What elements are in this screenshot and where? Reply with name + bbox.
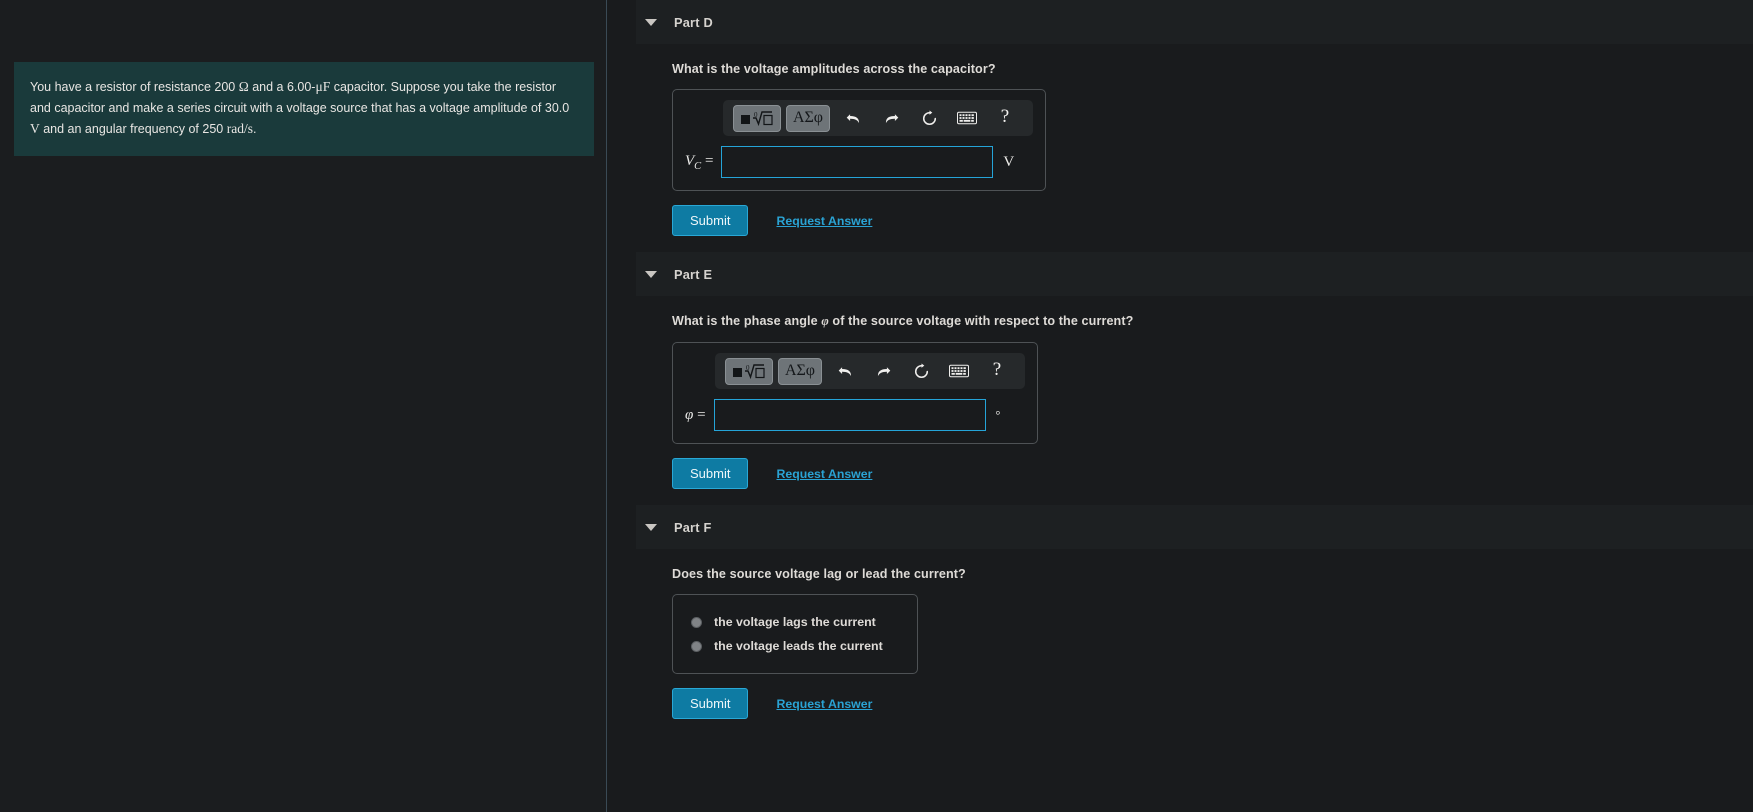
radio-option-leads[interactable]: the voltage leads the current: [691, 634, 895, 658]
submit-row-f: Submit Request Answer: [672, 688, 1753, 719]
reset-icon-d[interactable]: [913, 104, 945, 132]
redo-icon-e[interactable]: [867, 357, 899, 385]
submit-row-e: Submit Request Answer: [672, 458, 1753, 489]
part-header-d[interactable]: Part D: [636, 0, 1753, 44]
part-block-e: Part E What is the phase angle φ of the …: [606, 252, 1753, 505]
part-title-e: Part E: [674, 266, 713, 282]
radio-indicator[interactable]: [691, 616, 702, 628]
submit-row-d: Submit Request Answer: [672, 205, 1753, 236]
radio-label: the voltage leads the current: [714, 639, 883, 653]
ohm-unit: Ω: [238, 79, 249, 94]
submit-button-f[interactable]: Submit: [672, 688, 749, 719]
radians-per-second-unit: rad/s: [226, 121, 253, 137]
chevron-down-icon[interactable]: [645, 18, 657, 26]
chevron-down-icon[interactable]: [645, 270, 657, 278]
microfarad-unit: μF: [315, 79, 331, 94]
greek-symbols-button-e[interactable]: ΑΣφ: [778, 357, 822, 385]
volt-unit: V: [30, 121, 40, 137]
part-header-e[interactable]: Part E: [636, 252, 1753, 296]
answer-box-d: 0 ΑΣφ ? VC = V: [672, 89, 1046, 191]
undo-icon-e[interactable]: [829, 357, 861, 385]
question-post-e: of the source voltage with respect to th…: [828, 314, 1134, 328]
unit-label-d: V: [1003, 153, 1015, 170]
problem-statement: You have a resistor of resistance 200 Ω …: [14, 62, 594, 156]
template-button-d[interactable]: 0: [733, 104, 781, 132]
greek-symbols-button-d[interactable]: ΑΣφ: [786, 104, 830, 132]
help-icon-d[interactable]: ?: [989, 104, 1021, 132]
help-glyph-d: ?: [1000, 106, 1010, 127]
help-icon-e[interactable]: ?: [981, 357, 1013, 385]
radio-group-f: the voltage lags the current the voltage…: [672, 594, 918, 674]
part-body-e: What is the phase angle φ of the source …: [636, 296, 1753, 505]
math-toolbar-d: 0 ΑΣφ ?: [723, 100, 1033, 136]
part-body-d: What is the voltage amplitudes across th…: [636, 44, 1753, 252]
variable-label-e: φ =: [685, 406, 706, 423]
question-text-e: What is the phase angle φ of the source …: [672, 314, 1753, 329]
part-body-f: Does the source voltage lag or lead the …: [636, 549, 1753, 735]
radio-option-lags[interactable]: the voltage lags the current: [691, 610, 895, 634]
left-panel: You have a resistor of resistance 200 Ω …: [0, 0, 606, 812]
phi-symbol-e: φ: [821, 314, 829, 328]
part-header-f[interactable]: Part F: [636, 505, 1753, 549]
right-panel: Part D What is the voltage amplitudes ac…: [606, 0, 1753, 812]
chevron-down-icon[interactable]: [645, 523, 657, 531]
question-text-d: What is the voltage amplitudes across th…: [672, 62, 996, 76]
math-toolbar-e: 0 ΑΣφ ?: [715, 353, 1025, 389]
help-glyph-e: ?: [992, 359, 1002, 380]
question-text-f: Does the source voltage lag or lead the …: [672, 567, 966, 581]
keyboard-icon-e[interactable]: [943, 357, 975, 385]
problem-text-4: and an angular frequency of 250: [39, 122, 227, 137]
answer-input-row-e: φ = °: [685, 399, 1025, 431]
reset-icon-e[interactable]: [905, 357, 937, 385]
problem-text-5: .: [252, 122, 257, 137]
problem-text-1: You have a resistor of resistance 200: [30, 80, 239, 94]
submit-button-e[interactable]: Submit: [672, 458, 749, 489]
part-title-f: Part F: [674, 519, 712, 535]
unit-label-e: °: [995, 407, 1001, 422]
question-pre-e: What is the phase angle: [672, 314, 822, 328]
variable-label-d: VC =: [685, 152, 714, 172]
answer-input-d[interactable]: [721, 146, 994, 178]
submit-button-d[interactable]: Submit: [672, 205, 749, 236]
undo-icon-d[interactable]: [837, 104, 869, 132]
radio-label: the voltage lags the current: [714, 615, 876, 629]
page-root: You have a resistor of resistance 200 Ω …: [0, 0, 1753, 812]
problem-text-2: and a 6.00-: [248, 80, 316, 94]
part-block-d: Part D What is the voltage amplitudes ac…: [606, 0, 1753, 252]
answer-input-e[interactable]: [713, 399, 986, 431]
answer-box-e: 0 ΑΣφ ? φ = °: [672, 342, 1038, 444]
part-block-f: Part F Does the source voltage lag or le…: [606, 505, 1753, 735]
request-answer-link-f[interactable]: Request Answer: [776, 697, 872, 711]
answer-input-row-d: VC = V: [685, 146, 1033, 178]
keyboard-icon-d[interactable]: [951, 104, 983, 132]
request-answer-link-e[interactable]: Request Answer: [776, 467, 872, 481]
part-title-d: Part D: [674, 14, 713, 30]
redo-icon-d[interactable]: [875, 104, 907, 132]
radio-indicator[interactable]: [691, 640, 702, 652]
request-answer-link-d[interactable]: Request Answer: [776, 214, 872, 228]
template-button-e[interactable]: 0: [725, 357, 773, 385]
